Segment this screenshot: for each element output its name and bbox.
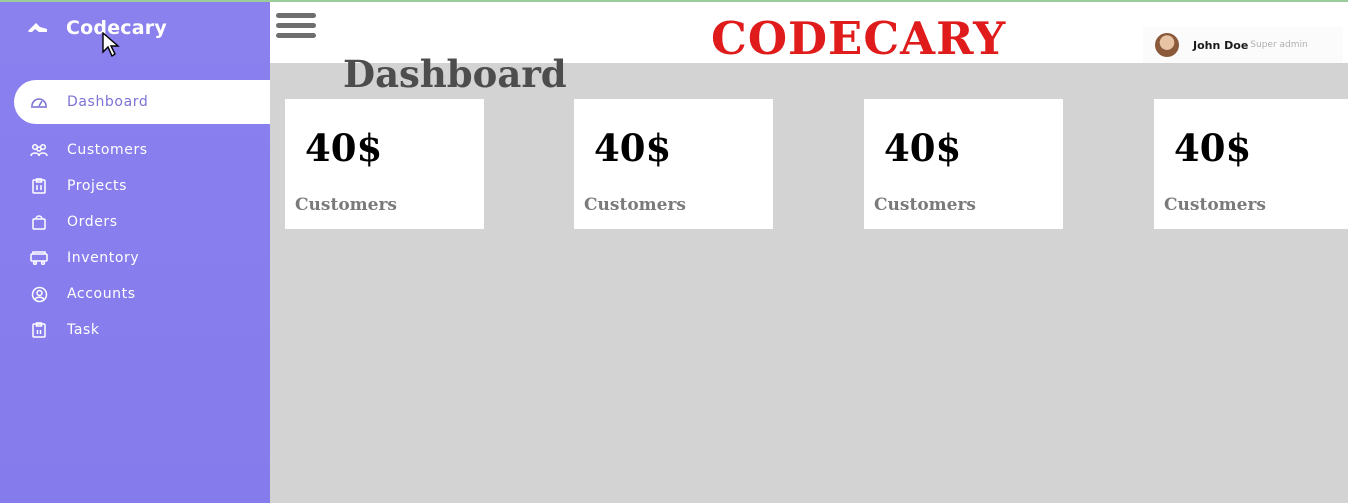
- hamburger-menu-icon[interactable]: [276, 13, 316, 43]
- user-profile[interactable]: John Doe Super admin: [1143, 27, 1343, 63]
- app-title: CODECARY: [711, 12, 1007, 65]
- stat-card-label: Customers: [584, 195, 686, 215]
- stat-card: 40$ Customers: [285, 99, 484, 229]
- user-name: John Doe: [1193, 38, 1249, 52]
- stat-card-label: Customers: [1164, 195, 1266, 215]
- customers-group-icon: [30, 141, 48, 159]
- sidebar-item-label: Orders: [67, 214, 118, 230]
- avatar: [1155, 33, 1179, 57]
- top-border-line: [0, 0, 1348, 2]
- sidebar-item-projects[interactable]: Projects: [0, 168, 270, 204]
- stat-card: 40$ Customers: [1154, 99, 1348, 229]
- plane-icon: [26, 20, 50, 36]
- stat-cards: 40$ Customers 40$ Customers 40$ Customer…: [285, 99, 1348, 229]
- stat-card-label: Customers: [874, 195, 976, 215]
- stat-card-value: 40$: [594, 126, 672, 170]
- task-clipboard-icon: [30, 321, 48, 339]
- stat-card-label: Customers: [295, 195, 397, 215]
- account-circle-icon: [30, 285, 48, 303]
- stat-card-value: 40$: [305, 126, 383, 170]
- sidebar-item-orders[interactable]: Orders: [0, 204, 270, 240]
- stat-card: 40$ Customers: [574, 99, 773, 229]
- clipboard-icon: [30, 177, 48, 195]
- stat-card: 40$ Customers: [864, 99, 1063, 229]
- stat-card-value: 40$: [1174, 126, 1252, 170]
- sidebar-item-label: Dashboard: [67, 94, 149, 110]
- shopping-bag-icon: [30, 213, 48, 231]
- sidebar-item-dashboard[interactable]: Dashboard: [14, 80, 270, 124]
- dashboard-gauge-icon: [30, 93, 48, 111]
- sidebar-nav: Dashboard Customers Projects Orders Inve…: [0, 80, 270, 348]
- truck-icon: [30, 249, 48, 267]
- sidebar-item-label: Customers: [67, 142, 148, 158]
- sidebar-item-label: Accounts: [67, 286, 136, 302]
- user-role: Super admin: [1250, 40, 1308, 50]
- sidebar-item-label: Inventory: [67, 250, 140, 266]
- sidebar-item-accounts[interactable]: Accounts: [0, 276, 270, 312]
- page-title: Dashboard: [343, 52, 567, 96]
- sidebar-item-label: Projects: [67, 178, 127, 194]
- mouse-pointer-icon: [102, 32, 120, 58]
- sidebar-item-inventory[interactable]: Inventory: [0, 240, 270, 276]
- sidebar-item-label: Task: [67, 322, 100, 338]
- stat-card-value: 40$: [884, 126, 962, 170]
- sidebar: Codecary Dashboard Customers Projects Or…: [0, 0, 270, 503]
- brand[interactable]: Codecary: [26, 14, 167, 42]
- sidebar-item-task[interactable]: Task: [0, 312, 270, 348]
- sidebar-item-customers[interactable]: Customers: [0, 132, 270, 168]
